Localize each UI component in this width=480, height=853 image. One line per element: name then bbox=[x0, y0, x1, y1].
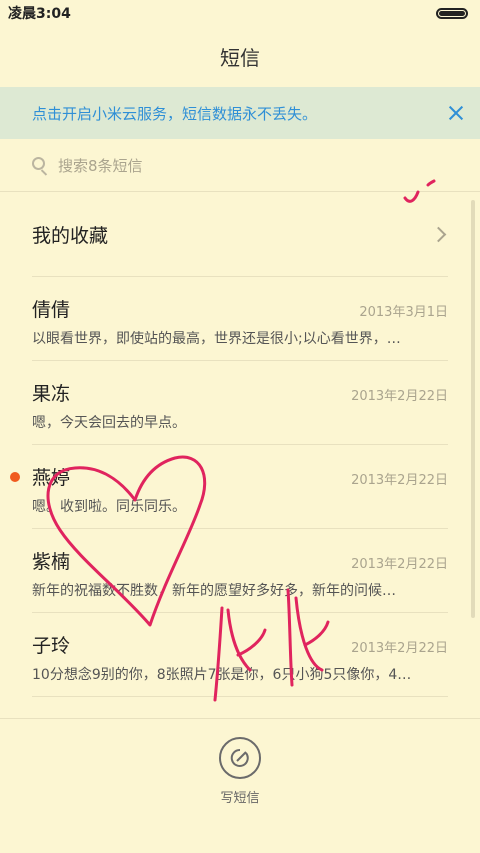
status-bar: 凌晨3:04 bbox=[0, 0, 480, 26]
title-bar: 短信 bbox=[0, 26, 480, 86]
message-date: 2013年2月22日 bbox=[351, 557, 448, 572]
status-time: 凌晨3:04 bbox=[8, 6, 71, 22]
chevron-right-icon bbox=[430, 226, 447, 243]
conversation-item[interactable]: 紫楠 2013年2月22日 新年的祝福数不胜数，新年的愿望好多好多，新年的问候… bbox=[32, 529, 448, 613]
message-preview: 以眼看世界，即使站的最高，世界还是很小;以心看世界，… bbox=[32, 331, 401, 347]
contact-name: 倩倩 bbox=[32, 299, 71, 321]
search-input[interactable] bbox=[58, 156, 418, 175]
banner-text[interactable]: 点击开启小米云服务，短信数据永不丢失。 bbox=[32, 103, 317, 124]
message-date: 2013年2月22日 bbox=[351, 641, 448, 656]
conversation-item[interactable]: 子玲 2013年2月22日 10分想念9别的你，8张照片7张是你，6只小狗5只像… bbox=[32, 613, 448, 697]
battery-icon bbox=[436, 7, 468, 19]
search-bar[interactable] bbox=[0, 140, 480, 192]
unread-dot-icon bbox=[10, 472, 20, 482]
favorites-label: 我的收藏 bbox=[32, 225, 109, 247]
conversation-item[interactable]: 倩倩 2013年3月1日 以眼看世界，即使站的最高，世界还是很小;以心看世界，… bbox=[32, 277, 448, 361]
conversation-list[interactable]: 我的收藏 倩倩 2013年3月1日 以眼看世界，即使站的最高，世界还是很小;以心… bbox=[0, 193, 480, 718]
cloud-service-banner[interactable]: 点击开启小米云服务，短信数据永不丢失。 bbox=[0, 87, 480, 139]
compose-button[interactable] bbox=[219, 737, 261, 779]
page-title: 短信 bbox=[220, 45, 260, 70]
conversation-item[interactable]: 果冻 2013年2月22日 嗯，今天会回去的早点。 bbox=[32, 361, 448, 445]
contact-name: 子玲 bbox=[32, 635, 71, 657]
message-date: 2013年3月1日 bbox=[359, 305, 448, 320]
bottom-bar: 写短信 bbox=[0, 718, 480, 853]
contact-name: 紫楠 bbox=[32, 551, 71, 573]
message-preview: 新年的祝福数不胜数，新年的愿望好多好多，新年的问候… bbox=[32, 583, 396, 599]
message-date: 2013年2月22日 bbox=[351, 473, 448, 488]
favorites-row[interactable]: 我的收藏 bbox=[32, 193, 448, 277]
close-icon[interactable] bbox=[446, 103, 466, 123]
contact-name: 果冻 bbox=[32, 383, 71, 405]
message-preview: 10分想念9别的你，8张照片7张是你，6只小狗5只像你，4… bbox=[32, 667, 412, 683]
compose-icon bbox=[230, 748, 249, 767]
message-date: 2013年2月22日 bbox=[351, 389, 448, 404]
contact-name: 燕婷 bbox=[32, 467, 71, 489]
scrollbar[interactable] bbox=[471, 200, 475, 618]
compose-label: 写短信 bbox=[220, 791, 260, 806]
message-preview: 嗯。收到啦。同乐同乐。 bbox=[32, 499, 186, 515]
conversation-item[interactable]: 燕婷 2013年2月22日 嗯。收到啦。同乐同乐。 bbox=[10, 445, 448, 529]
message-preview: 嗯，今天会回去的早点。 bbox=[32, 415, 186, 431]
search-icon bbox=[32, 156, 50, 176]
